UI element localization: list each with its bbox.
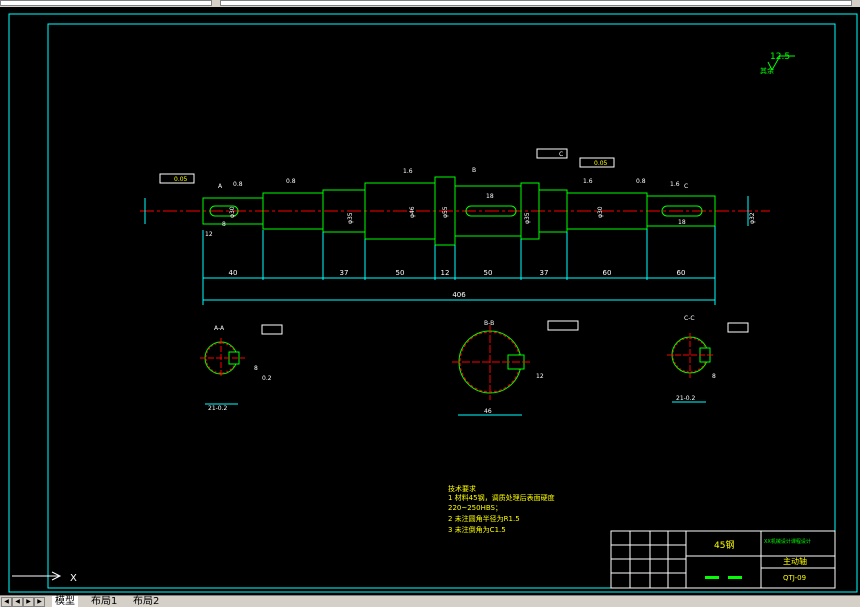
drawing-number: QTJ-09 (783, 574, 806, 582)
section-bb (452, 320, 579, 416)
section-dim: 12 (536, 373, 544, 380)
dim-text: 37 (540, 269, 549, 277)
section-dim: 0.2 (262, 375, 272, 382)
dim-text: 37 (340, 269, 349, 277)
dim-text: 60 (603, 269, 612, 277)
roughness-mark: 0.8 (233, 181, 243, 188)
ucs-x-label: X (70, 573, 77, 584)
part-name: 主动轴 (783, 556, 807, 566)
dim-text: 40 (229, 269, 238, 277)
layout-tabs-bar: ◀ ◀ ▶ ▶ 模型 布局1 布局2 (0, 595, 860, 607)
dia-label: φ30 (597, 206, 604, 218)
roughness-mark: 1.6 (670, 181, 680, 188)
notes-line: 2 未注圆角半径为R1.5 (448, 514, 520, 523)
section-dim: 46 (484, 408, 492, 415)
material-label: 45钢 (714, 539, 734, 551)
toolbar-slot[interactable] (0, 0, 212, 6)
notes-line: 220~250HBS； (448, 504, 502, 512)
keyway-dim: 8 (222, 221, 226, 228)
toolbar-slot[interactable] (220, 0, 852, 6)
top-toolbar-strip (0, 0, 860, 7)
inner-frame (47, 23, 836, 589)
dim-text: 12 (441, 269, 450, 277)
tab-model[interactable]: 模型 (52, 596, 78, 607)
roughness-value: 12.5 (770, 52, 790, 62)
section-cut-label: B (472, 167, 476, 174)
tolerance-value: 0.05 (174, 176, 188, 183)
section-title: B-B (484, 320, 494, 327)
keyway-dim: 18 (678, 219, 686, 226)
datum-label: C (559, 151, 563, 158)
tab-layout2[interactable]: 布局2 (130, 596, 162, 607)
roughness-mark: 0.8 (286, 178, 296, 185)
section-cut-label: A (218, 183, 223, 190)
tolerance-frames (159, 148, 615, 184)
dia-label: φ46 (409, 206, 416, 218)
dim-text: 50 (484, 269, 493, 277)
dia-label: φ30 (229, 206, 236, 218)
total-length: 406 (452, 291, 466, 299)
section-title: C-C (684, 315, 695, 322)
notes-title: 技术要求 (448, 484, 476, 493)
section-dim: 21-0.2 (208, 405, 228, 412)
roughness-mark: 1.6 (403, 168, 413, 175)
outer-frame (8, 13, 858, 593)
tab-layout1[interactable]: 布局1 (88, 596, 120, 607)
title-mark (728, 576, 742, 579)
tolerance-value: 0.05 (594, 160, 608, 167)
notes-line: 1 材料45钢，调质处理后表面硬度 (448, 493, 555, 502)
section-dim: 8 (712, 373, 716, 380)
dia-label: φ35 (347, 212, 354, 224)
keyway-dim: 18 (486, 193, 494, 200)
section-cc (667, 322, 749, 403)
section-dim: 8 (254, 365, 258, 372)
dia-label: φ55 (442, 206, 449, 218)
section-aa (200, 324, 283, 405)
dia-label: φ32 (749, 212, 756, 224)
ucs-icon (12, 571, 62, 581)
roughness-note: 其余 (760, 66, 774, 75)
dia-label: φ35 (524, 212, 531, 224)
dim-text: 60 (677, 269, 686, 277)
dim-text: 50 (396, 269, 405, 277)
section-cut-label: C (684, 183, 688, 190)
notes-line: 3 未注倒角为C1.5 (448, 525, 506, 534)
drawing-canvas[interactable]: 12.5 其余 40 37 50 12 50 37 60 60 406 φ30 … (0, 7, 860, 595)
cad-drawing: 12.5 其余 40 37 50 12 50 37 60 60 406 φ30 … (8, 13, 858, 593)
section-dim: 21-0.2 (676, 395, 696, 402)
section-title: A-A (214, 325, 225, 332)
roughness-mark: 0.8 (636, 178, 646, 185)
title-mark (705, 576, 719, 579)
keyway-dim: 12 (205, 231, 213, 238)
roughness-mark: 1.6 (583, 178, 593, 185)
school-label: XX机械设计课程设计 (764, 538, 811, 545)
